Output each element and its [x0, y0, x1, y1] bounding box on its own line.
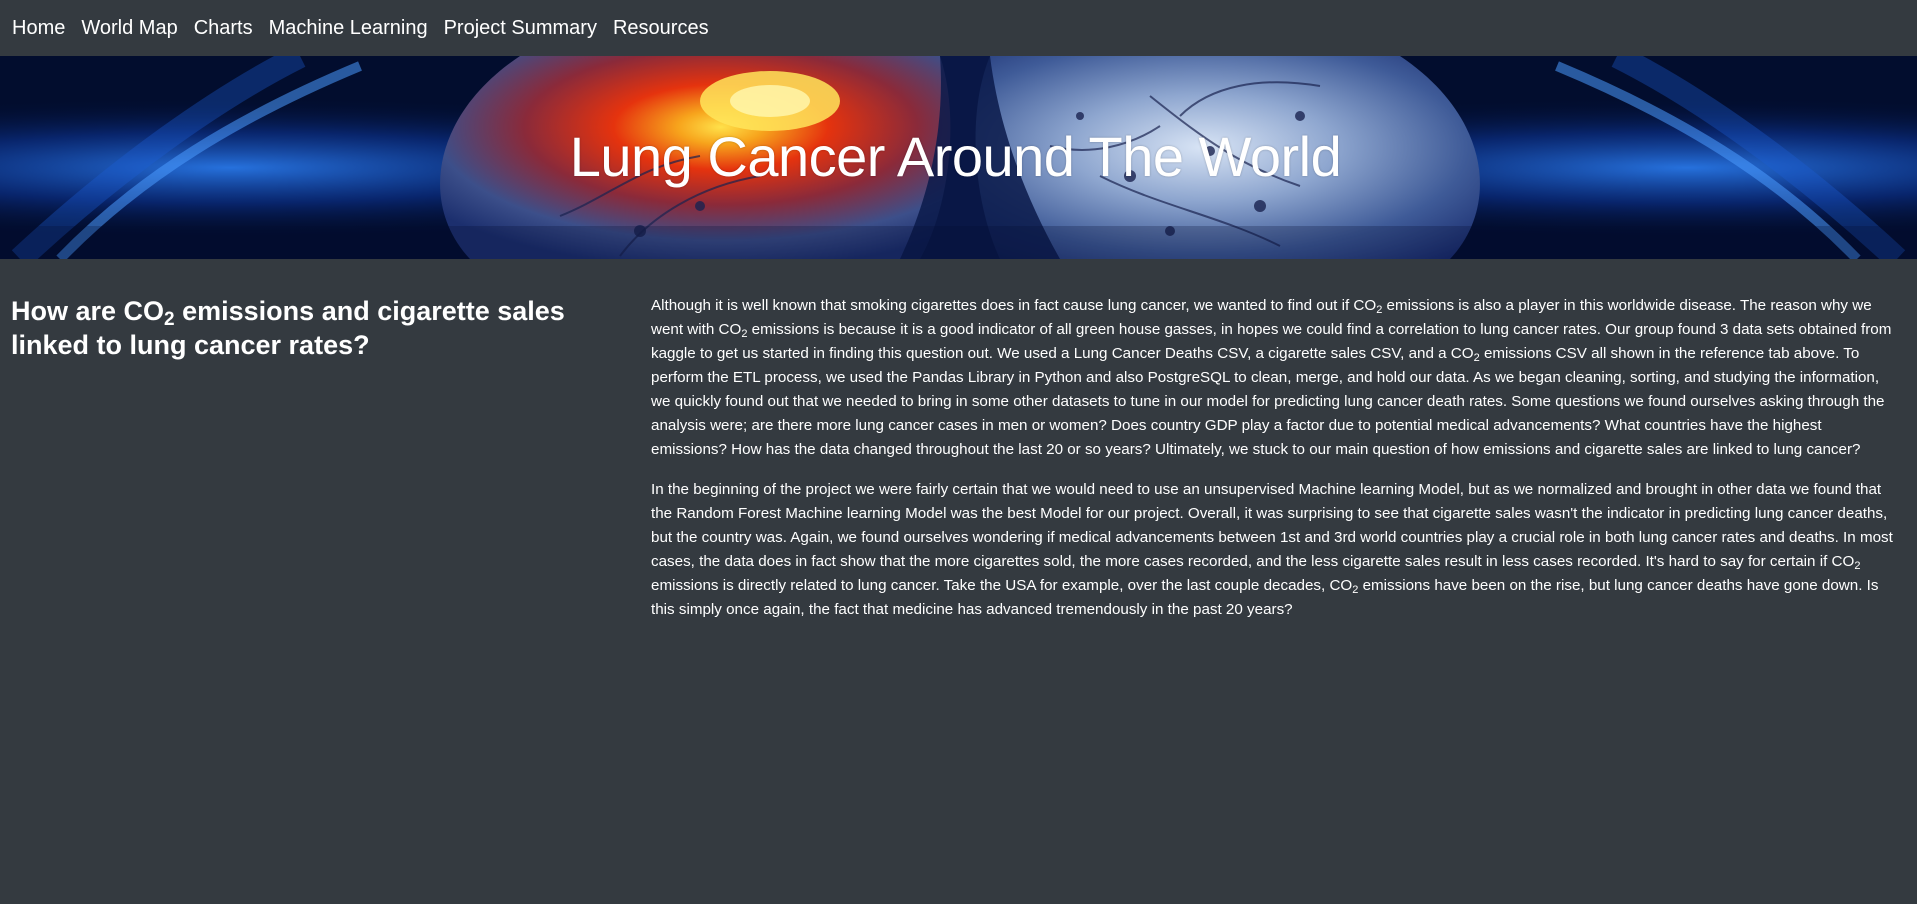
summary-column: Although it is well known that smoking c…: [651, 294, 1917, 638]
nav-project-summary-link[interactable]: Project Summary: [444, 18, 597, 38]
top-navbar: Home World Map Charts Machine Learning P…: [0, 0, 1917, 56]
nav-world-map-link[interactable]: World Map: [81, 18, 177, 38]
hero-title: Lung Cancer Around The World: [569, 125, 1342, 188]
summary-paragraph-1: Although it is well known that smoking c…: [651, 297, 1892, 458]
nav-charts-link[interactable]: Charts: [194, 18, 253, 38]
main-content: How are CO2 emissions and cigarette sale…: [0, 259, 1917, 638]
nav-machine-learning-link[interactable]: Machine Learning: [269, 18, 428, 38]
main-question-heading: How are CO2 emissions and cigarette sale…: [11, 296, 565, 360]
question-column: How are CO2 emissions and cigarette sale…: [0, 294, 651, 638]
hero-banner: Lung Cancer Around The World: [0, 56, 1917, 259]
summary-paragraph-2: In the beginning of the project we were …: [651, 481, 1893, 618]
nav-home-link[interactable]: Home: [12, 18, 65, 38]
nav-resources-link[interactable]: Resources: [613, 18, 709, 38]
